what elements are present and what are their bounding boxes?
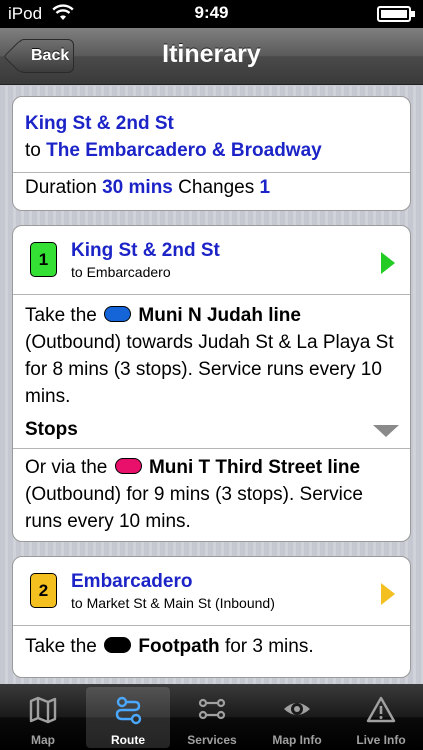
route-icon [115,696,142,725]
divider [13,172,410,173]
leg-subtitle: to Embarcadero [71,264,171,280]
changes-label: Changes [178,177,255,198]
services-icon [198,698,226,720]
itinerary-content[interactable]: King St & 2nd St to The Embarcadero & Br… [0,86,423,684]
summary-from-stop: King St & 2nd St [25,113,174,134]
battery-icon [377,6,415,22]
leg-title: Embarcadero [71,571,193,592]
leg-title: King St & 2nd St [71,240,220,261]
status-bar: iPod 9:49 [0,0,423,28]
warning-icon [366,696,396,723]
alt-detail: (Outbound) for 9 mins (3 stops). Service… [25,484,363,532]
navigation-bar: Back Itinerary [0,28,423,85]
leg-detail: for 3 mins. [224,636,314,657]
page-title: Itinerary [162,40,261,68]
leg-subtitle: to Market St & Main St (Inbound) [71,595,275,611]
summary-to-prefix: to [25,140,41,161]
tab-label: Services [187,733,237,747]
chevron-right-icon[interactable] [381,252,395,274]
leg-instructions: Take the Muni N Judah line (Outbound) to… [25,302,398,410]
divider [13,448,410,449]
take-prefix: Take the [25,305,97,326]
stops-label: Stops [25,419,78,440]
tab-label: Live Info [356,733,406,747]
leg-card-1: 1 King St & 2nd St to Embarcadero Take t… [12,225,411,542]
leg-number-badge: 1 [30,242,57,277]
changes-value: 1 [259,177,271,198]
summary-to: to The Embarcadero & Broadway [25,137,398,164]
tab-bar: Map Route Services Map Info Live Info [0,684,423,750]
tab-map[interactable]: Map [1,687,85,748]
duration-label: Duration [25,177,97,198]
alt-instructions: Or via the Muni T Third Street line (Out… [25,454,398,535]
alt-line-name: Muni T Third Street line [148,457,361,478]
duration-value: 30 mins [102,177,173,198]
summary-stats: Duration 30 mins Changes 1 [25,174,398,201]
leg-header-2[interactable]: 2 Embarcadero to Market St & Main St (In… [13,557,410,625]
tab-map-info[interactable]: Map Info [255,687,339,748]
chevron-right-icon[interactable] [381,583,395,605]
tab-live-info[interactable]: Live Info [339,687,423,748]
line-color-pill [104,637,132,653]
eye-icon [284,703,310,715]
summary-card: King St & 2nd St to The Embarcadero & Br… [12,96,411,211]
divider [13,625,410,626]
leg-number-badge: 2 [30,573,57,608]
triangle-down-icon [373,425,399,437]
tab-label: Map Info [272,733,322,747]
leg-number: 2 [38,581,49,600]
summary-from: King St & 2nd St [25,110,398,137]
status-time: 9:49 [194,3,229,22]
alt-prefix: Or via the [25,457,108,478]
leg-header-1[interactable]: 1 King St & 2nd St to Embarcadero [13,226,410,294]
leg-number: 1 [38,250,49,269]
tab-route[interactable]: Route [86,687,170,748]
line-name: Footpath [138,636,220,657]
map-icon [29,696,57,724]
stops-toggle[interactable]: Stops [13,414,410,446]
summary-to-stop: The Embarcadero & Broadway [46,140,322,161]
alt-line-color-pill [114,458,142,474]
leg-detail: (Outbound) towards Judah St & La Playa S… [25,332,394,407]
line-name: Muni N Judah line [138,305,301,326]
tab-label: Route [111,733,145,747]
tab-label: Map [31,733,55,747]
tab-services[interactable]: Services [170,687,254,748]
leg-instructions: Take the Footpath for 3 mins. [25,633,398,660]
line-color-pill [104,306,132,322]
take-prefix: Take the [25,636,97,657]
divider [13,294,410,295]
leg-card-2: 2 Embarcadero to Market St & Main St (In… [12,556,411,678]
